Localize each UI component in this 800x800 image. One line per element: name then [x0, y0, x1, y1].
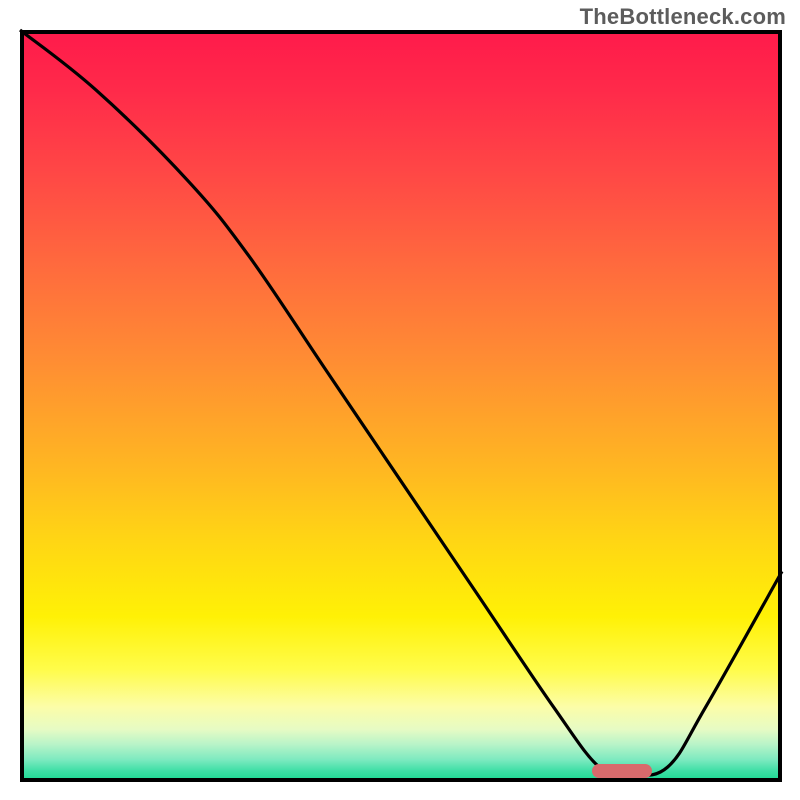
watermark-text: TheBottleneck.com [580, 4, 786, 30]
plot-area [20, 30, 782, 782]
curve-path [20, 30, 782, 775]
bottleneck-curve [20, 30, 782, 782]
chart-container: TheBottleneck.com [0, 0, 800, 800]
optimal-marker [592, 764, 652, 778]
